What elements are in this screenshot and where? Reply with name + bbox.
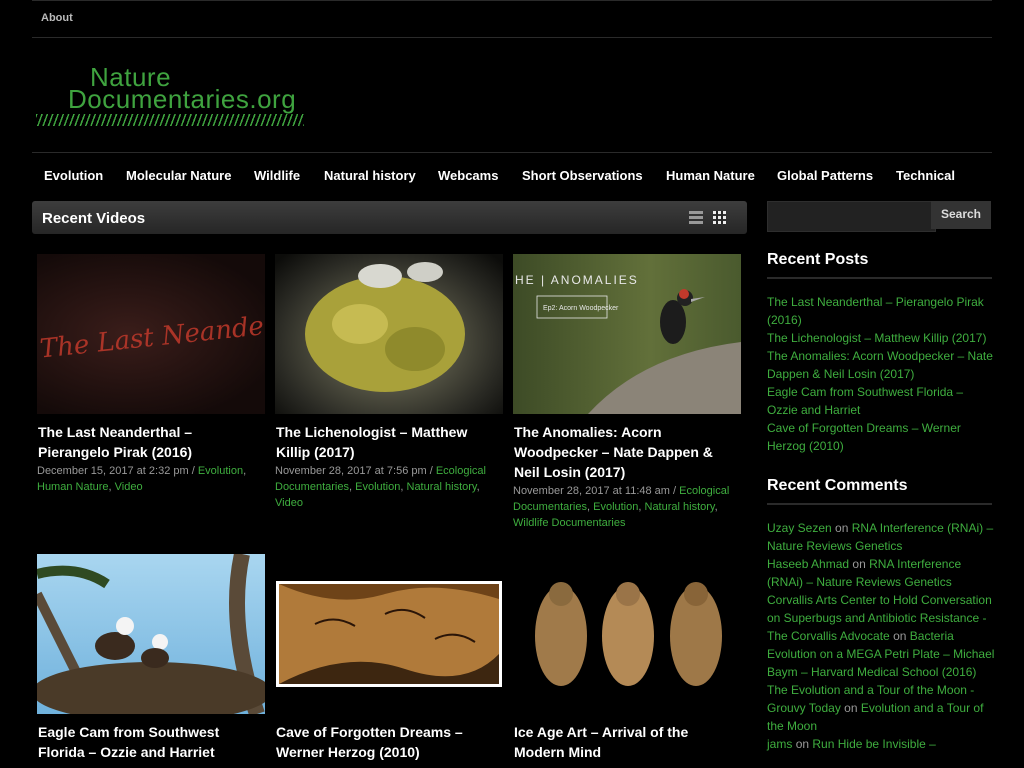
nav-global-patterns[interactable]: Global Patterns bbox=[777, 168, 873, 183]
site-logo[interactable]: Nature Documentaries.org bbox=[36, 62, 336, 132]
video-thumbnail[interactable]: HE | ANOMALIES Ep2: Acorn Woodpecker bbox=[513, 254, 741, 414]
category-link[interactable]: Natural history bbox=[407, 481, 477, 493]
video-meta: November 28, 2017 at 11:48 am / Ecologic… bbox=[513, 485, 730, 529]
recent-post-link[interactable]: The Last Neanderthal – Pierangelo Pirak … bbox=[767, 293, 995, 329]
video-title[interactable]: The Last Neanderthal – Pierangelo Pirak … bbox=[38, 422, 266, 462]
video-date: December 15, 2017 at 2:32 pm bbox=[37, 465, 189, 477]
thumb-subtitle-text: Ep2: Acorn Woodpecker bbox=[543, 305, 619, 312]
logo-stripes bbox=[36, 114, 304, 126]
grid-view-icon[interactable] bbox=[713, 211, 726, 224]
comment-item: Corvallis Arts Center to Hold Conversati… bbox=[767, 591, 995, 681]
search-button[interactable]: Search bbox=[931, 201, 991, 229]
comment-item: Haseeb Ahmad on RNA Interference (RNAi) … bbox=[767, 555, 995, 591]
comment-author[interactable]: Haseeb Ahmad bbox=[767, 557, 849, 571]
category-link[interactable]: Human Nature bbox=[37, 481, 109, 493]
ice-age-art-thumb bbox=[535, 582, 722, 686]
search-input[interactable] bbox=[767, 201, 936, 232]
category-link[interactable]: Video bbox=[115, 481, 143, 493]
category-link[interactable]: Wildlife Documentaries bbox=[513, 517, 625, 529]
thumb-title-text: The Last Neanderthal bbox=[38, 305, 265, 365]
cave-thumb-art bbox=[276, 581, 502, 687]
nav-webcams[interactable]: Webcams bbox=[438, 168, 498, 183]
woodpecker-thumb-art: HE | ANOMALIES Ep2: Acorn Woodpecker bbox=[515, 273, 741, 414]
recent-comments-list: Uzay Sezen on RNA Interference (RNAi) – … bbox=[767, 519, 995, 753]
main-navigation: Evolution Molecular Nature Wildlife Natu… bbox=[32, 152, 992, 197]
video-thumbnail[interactable]: The Last Neanderthal bbox=[37, 254, 265, 414]
comment-on: on bbox=[835, 521, 849, 535]
comment-author[interactable]: jams bbox=[767, 737, 792, 751]
category-link[interactable]: Evolution bbox=[593, 501, 638, 513]
nav-evolution[interactable]: Evolution bbox=[44, 168, 103, 183]
recent-videos-title: Recent Videos bbox=[42, 210, 146, 227]
comment-item: Uzay Sezen on RNA Interference (RNAi) – … bbox=[767, 519, 995, 555]
comment-on: on bbox=[893, 629, 907, 643]
video-thumbnail[interactable] bbox=[275, 254, 503, 414]
thumb-title-text: HE | ANOMALIES bbox=[515, 273, 639, 287]
comment-item: The Evolution and a Tour of the Moon - G… bbox=[767, 681, 995, 735]
nav-short-observations[interactable]: Short Observations bbox=[522, 168, 643, 183]
nav-natural-history[interactable]: Natural history bbox=[324, 168, 416, 183]
video-date: November 28, 2017 at 11:48 am bbox=[513, 485, 670, 497]
nav-human-nature[interactable]: Human Nature bbox=[666, 168, 755, 183]
recent-post-link[interactable]: Eagle Cam from Southwest Florida – Ozzie… bbox=[767, 383, 995, 419]
video-thumbnail[interactable] bbox=[513, 554, 741, 714]
lichen-thumb-art bbox=[305, 262, 465, 392]
category-link[interactable]: Evolution bbox=[355, 481, 400, 493]
comment-on: on bbox=[852, 557, 866, 571]
video-title[interactable]: Ice Age Art – Arrival of the Modern Mind bbox=[514, 722, 742, 762]
video-date: November 28, 2017 at 7:56 pm bbox=[275, 465, 427, 477]
recent-comments-heading: Recent Comments bbox=[767, 477, 992, 505]
recent-posts-list: The Last Neanderthal – Pierangelo Pirak … bbox=[767, 293, 995, 455]
video-thumbnail[interactable] bbox=[275, 554, 503, 714]
recent-posts-heading: Recent Posts bbox=[767, 251, 992, 279]
video-title[interactable]: Eagle Cam from Southwest Florida – Ozzie… bbox=[38, 722, 266, 762]
recent-post-link[interactable]: The Lichenologist – Matthew Killip (2017… bbox=[767, 329, 995, 347]
recent-videos-header: Recent Videos bbox=[32, 201, 747, 234]
video-title[interactable]: Cave of Forgotten Dreams – Werner Herzog… bbox=[276, 722, 504, 762]
video-title[interactable]: The Lichenologist – Matthew Killip (2017… bbox=[276, 422, 504, 462]
nav-molecular-nature[interactable]: Molecular Nature bbox=[126, 168, 231, 183]
comment-post-link[interactable]: Run Hide be Invisible – bbox=[812, 737, 935, 751]
comment-on: on bbox=[795, 737, 810, 751]
about-link[interactable]: About bbox=[41, 12, 73, 24]
comment-author[interactable]: Corvallis Arts Center to Hold Conversati… bbox=[767, 593, 992, 643]
video-meta: December 15, 2017 at 2:32 pm / Evolution… bbox=[37, 465, 247, 493]
category-link[interactable]: Video bbox=[275, 497, 303, 509]
category-link[interactable]: Natural history bbox=[645, 501, 715, 513]
nav-wildlife[interactable]: Wildlife bbox=[254, 168, 300, 183]
recent-post-link[interactable]: Cave of Forgotten Dreams – Werner Herzog… bbox=[767, 419, 995, 455]
category-link[interactable]: Evolution bbox=[198, 465, 243, 477]
recent-post-link[interactable]: The Anomalies: Acorn Woodpecker – Nate D… bbox=[767, 347, 995, 383]
list-view-icon[interactable] bbox=[689, 211, 703, 224]
comment-on: on bbox=[844, 701, 858, 715]
top-menu: About bbox=[32, 0, 992, 38]
video-meta: November 28, 2017 at 7:56 pm / Ecologica… bbox=[275, 465, 486, 509]
logo-line-2: Documentaries.org bbox=[68, 84, 297, 114]
nav-technical[interactable]: Technical bbox=[896, 168, 955, 183]
video-thumbnail[interactable] bbox=[37, 554, 265, 714]
comment-author[interactable]: Uzay Sezen bbox=[767, 521, 832, 535]
eagle-thumb-art bbox=[37, 554, 265, 714]
neanderthal-thumb-art: The Last Neanderthal bbox=[38, 305, 265, 365]
video-title[interactable]: The Anomalies: Acorn Woodpecker – Nate D… bbox=[514, 422, 742, 482]
comment-item: jams on Run Hide be Invisible – bbox=[767, 735, 995, 753]
